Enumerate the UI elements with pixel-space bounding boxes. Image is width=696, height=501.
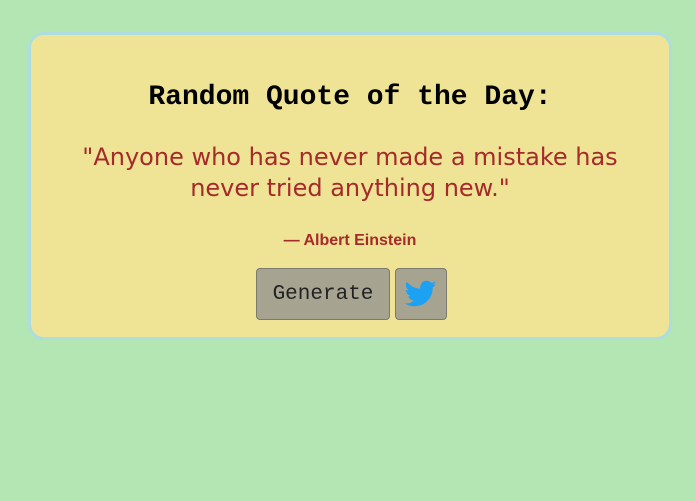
tweet-button[interactable] (395, 268, 447, 320)
quote-card: Random Quote of the Day: "Anyone who has… (28, 32, 672, 340)
generate-button[interactable]: Generate (256, 268, 390, 320)
button-row: Generate (256, 268, 447, 320)
page-title: Random Quote of the Day: (148, 82, 552, 113)
quote-text: "Anyone who has never made a mistake has… (82, 143, 618, 202)
twitter-icon (405, 280, 437, 307)
quote-author: — Albert Einstein (283, 232, 417, 249)
